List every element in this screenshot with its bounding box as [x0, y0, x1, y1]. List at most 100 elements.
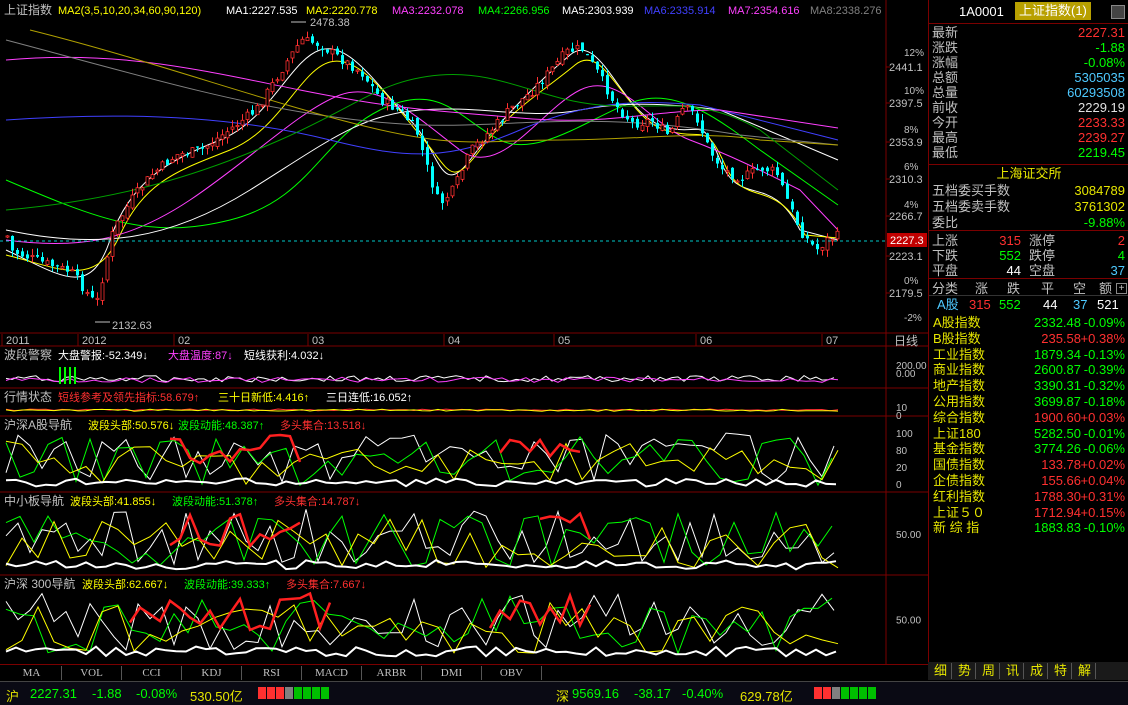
sh-breadth-bar	[258, 687, 330, 699]
candle-body	[381, 92, 384, 105]
panel-indicator-value: 多头集合:13.518↓	[280, 418, 366, 432]
candle-body	[270, 82, 275, 93]
candle-body	[170, 159, 175, 164]
index-row[interactable]: 新 综 指 1883.83 -0.10%	[929, 519, 1128, 537]
index-name: 新 综 指	[933, 520, 980, 536]
side-tab[interactable]: 讯	[1002, 663, 1024, 679]
classification-table: 分类涨跌平空额 + A股 315 552 44 37 521	[929, 278, 1128, 312]
index-price: 1883.83	[1034, 520, 1081, 536]
sz-label: 深	[556, 689, 570, 704]
candle-body	[100, 282, 105, 301]
expand-icon[interactable]: +	[1116, 283, 1127, 294]
candle-body	[305, 37, 310, 42]
price-axis-label: 2441.1	[889, 62, 923, 74]
percent-axis-label: 4%	[904, 200, 919, 211]
panel-indicator-value: 波段头部:50.576↓	[88, 418, 174, 432]
candle-body	[475, 141, 480, 148]
date-label: 2012	[82, 335, 106, 347]
candle-body	[691, 105, 694, 111]
panel-axis-label: 50.00	[896, 615, 921, 626]
high-label: 2478.38	[310, 17, 350, 29]
candle-body	[371, 84, 374, 87]
market-breadth: 上涨 315 涨停 2 下跌 552 跌停 4 平盘 44 空盘 37	[929, 230, 1128, 278]
sh-amount: 530.50亿	[190, 689, 243, 704]
candle-body	[516, 105, 519, 107]
chart-area[interactable]: 上证指数 MA2(3,5,10,20,34,60,90,120) MA1:2227…	[0, 0, 928, 664]
panel-axis-label: 80	[896, 446, 908, 457]
indicator-tab[interactable]: MA	[2, 666, 62, 680]
candle-body	[586, 54, 589, 56]
ma-legend-item: MA8:2338.276	[810, 5, 882, 17]
candle-body	[830, 239, 835, 242]
price-axis-label: 2266.7	[889, 211, 923, 223]
sz-change: -38.17	[634, 686, 671, 701]
candle-body	[70, 269, 75, 272]
candle-body	[601, 69, 604, 77]
date-label: 2011	[6, 335, 30, 347]
indicator-tab[interactable]: VOL	[62, 666, 122, 680]
ma-legend-item: MA2:2220.778	[306, 5, 378, 17]
price-axis-label: 2353.9	[889, 137, 923, 149]
classification-row[interactable]: A股 315 552 44 37 521	[929, 295, 1128, 313]
candle-body	[745, 170, 750, 180]
status-bar: 沪 2227.31 -1.88 -0.08% 530.50亿 深 9569.16…	[0, 681, 1128, 705]
candle-body	[555, 60, 560, 65]
indicator-tab[interactable]: RSI	[242, 666, 302, 680]
candle-body	[626, 115, 629, 120]
side-tab[interactable]: 周	[978, 663, 1000, 679]
candle-body	[155, 169, 160, 173]
candle-body	[460, 169, 465, 180]
candle-body	[196, 146, 199, 148]
candle-body	[300, 38, 305, 45]
candle-body	[376, 88, 379, 94]
side-tab[interactable]: 势	[954, 663, 976, 679]
indicator-tab[interactable]: OBV	[482, 666, 542, 680]
ma-legend-item: MA1:2227.535	[226, 5, 298, 17]
side-tab[interactable]: 细	[930, 663, 952, 679]
candle-body	[621, 109, 624, 118]
price-axis-label: 2310.3	[889, 174, 923, 186]
candle-body	[770, 166, 775, 171]
panel-title: 中小板导航	[4, 493, 64, 508]
period-label[interactable]: 日线	[894, 334, 918, 348]
candle-body	[326, 49, 329, 53]
candle-body	[280, 72, 285, 81]
candle-body	[285, 60, 290, 72]
candle-body	[265, 88, 270, 107]
ma-legend-item: MA3:2232.078	[392, 5, 464, 17]
candle-body	[135, 187, 140, 194]
indicator-tab[interactable]: CCI	[122, 666, 182, 680]
side-tab[interactable]: 特	[1050, 663, 1072, 679]
candle-body	[140, 187, 145, 191]
panel-axis-label: 0.00	[896, 369, 916, 380]
candle-body	[581, 42, 584, 52]
percent-axis-label: 12%	[904, 48, 924, 59]
indicator-tab[interactable]: DMI	[422, 666, 482, 680]
quote-label: 最低	[932, 145, 959, 160]
panel-axis-label: 50.00	[896, 530, 921, 541]
candle-body	[5, 235, 10, 238]
candle-body	[696, 113, 699, 123]
minimize-icon[interactable]	[1111, 5, 1125, 19]
candle-body	[781, 172, 784, 186]
panel-indicator-value: 波段头部:41.855↓	[70, 494, 156, 508]
candle-body	[215, 137, 220, 147]
indicator-tab[interactable]: KDJ	[182, 666, 242, 680]
candle-body	[791, 201, 794, 210]
indicator-tab[interactable]: ARBR	[362, 666, 422, 680]
side-tab[interactable]: 解	[1074, 663, 1096, 679]
stock-terminal-window: { "main": { "title": "上证指数", "ma_labels"…	[0, 0, 1128, 705]
sh-change: -1.88	[92, 686, 122, 701]
candle-body	[431, 166, 434, 188]
candle-body	[160, 161, 165, 170]
side-tab[interactable]: 成	[1026, 663, 1048, 679]
candle-body	[56, 265, 59, 267]
panel-indicator-value: 三十日新低:4.416↑	[218, 390, 309, 404]
low-label: 2132.63	[112, 320, 152, 332]
indicator-tab[interactable]: MACD	[302, 666, 362, 680]
panel-axis-label: 0	[896, 480, 902, 491]
candle-body	[611, 91, 614, 101]
candle-body	[361, 71, 364, 77]
candle-body	[525, 94, 530, 101]
panel-title: 沪深 300导航	[4, 576, 75, 591]
